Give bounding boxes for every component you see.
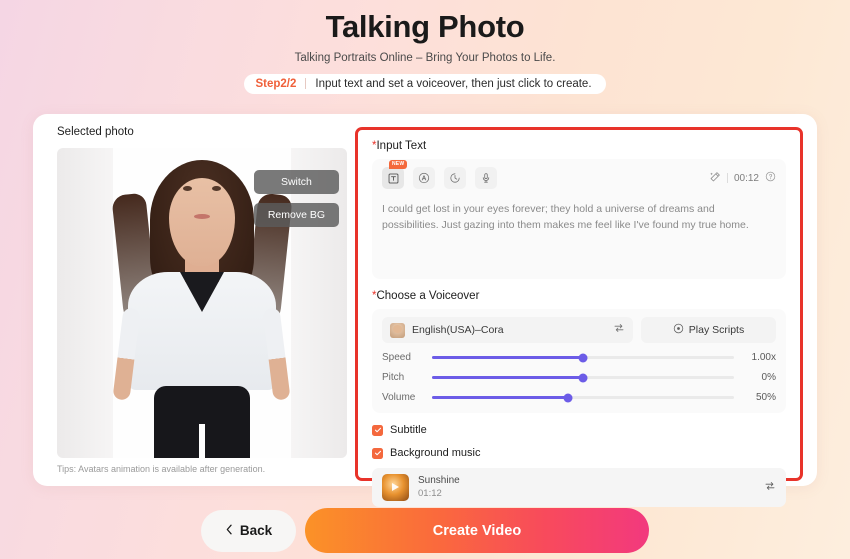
portrait-lips <box>194 214 210 219</box>
slider-speed-knob[interactable] <box>578 353 588 362</box>
voice-selected-name: English(USA)–Cora <box>412 324 504 336</box>
input-text-label: *Input Text <box>372 140 786 152</box>
slider-speed-label: Speed <box>382 352 411 363</box>
portrait-face <box>169 178 235 266</box>
slider-volume[interactable]: Volume 50% <box>382 392 776 403</box>
background-music-checkbox[interactable] <box>372 447 383 459</box>
page-title: Talking Photo <box>325 9 525 44</box>
portrait-eye-right <box>212 186 221 191</box>
ai-circle-icon[interactable] <box>413 167 435 189</box>
music-info: Sunshine 01:12 <box>418 474 764 500</box>
slider-pitch-value: 0% <box>761 372 776 383</box>
text-tool-icon[interactable]: NEW <box>382 160 408 189</box>
voiceover-label: *Choose a Voiceover <box>372 290 786 302</box>
background-music-track[interactable]: Sunshine 01:12 <box>372 468 786 507</box>
slider-pitch-label: Pitch <box>382 372 405 383</box>
subtitle-checkbox[interactable] <box>372 424 383 436</box>
selected-photo-panel: Selected photo Switch Remove BG Tips: Av… <box>33 114 348 486</box>
microphone-icon[interactable] <box>475 167 497 189</box>
meta-divider <box>726 173 728 183</box>
voice-selector[interactable]: English(USA)–Cora <box>382 317 633 343</box>
magic-wand-icon[interactable] <box>709 171 721 186</box>
subtitle-checkbox-row[interactable]: Subtitle <box>372 424 786 436</box>
background-music-label: Background music <box>390 447 481 459</box>
slider-speed[interactable]: Speed 1.00x <box>382 352 776 363</box>
step-badge-label: Step2/2 <box>255 77 297 90</box>
photo-action-group: Switch Remove BG <box>253 170 339 227</box>
input-text-meta: 00:12 <box>709 171 776 186</box>
music-track-duration: 01:12 <box>418 487 442 499</box>
play-circle-icon <box>673 323 684 337</box>
input-text-toolbar: NEW 00:12 <box>382 160 776 189</box>
photo-left-gradient <box>57 148 113 458</box>
music-track-name: Sunshine <box>418 475 460 487</box>
create-video-button[interactable]: Create Video <box>305 508 649 553</box>
back-button[interactable]: Back <box>201 509 296 552</box>
slider-speed-value: 1.00x <box>751 352 776 363</box>
music-thumbnail[interactable] <box>382 474 409 501</box>
slider-volume-value: 50% <box>755 392 776 403</box>
slider-volume-track[interactable] <box>432 393 734 402</box>
play-scripts-label: Play Scripts <box>688 324 745 336</box>
switch-button[interactable]: Switch <box>253 170 339 194</box>
background-music-checkbox-row[interactable]: Background music <box>372 447 786 459</box>
page-subtitle: Talking Portraits Online – Bring Your Ph… <box>294 51 556 64</box>
step-description: Input text and set a voiceover, then jus… <box>315 77 592 90</box>
help-circle-icon[interactable] <box>765 171 776 185</box>
input-text-label-text: Input Text <box>376 140 427 152</box>
slider-pitch-knob[interactable] <box>578 373 588 382</box>
text-duration: 00:12 <box>733 172 759 184</box>
play-scripts-button[interactable]: Play Scripts <box>641 317 776 343</box>
slider-volume-knob[interactable] <box>563 393 573 402</box>
history-clock-icon[interactable] <box>444 167 466 189</box>
portrait-leg-gap <box>199 424 205 458</box>
swap-horizontal-icon[interactable] <box>613 321 625 339</box>
slider-pitch[interactable]: Pitch 0% <box>382 372 776 383</box>
input-text-box[interactable]: NEW 00:12 I could get lost in your eyes … <box>372 159 786 279</box>
step-divider <box>305 78 307 90</box>
portrait-neckline <box>180 272 224 312</box>
voiceover-controls-row: English(USA)–Cora Play Scripts <box>382 317 776 343</box>
step-indicator: Step2/2 Input text and set a voiceover, … <box>244 73 606 94</box>
remove-bg-button[interactable]: Remove BG <box>253 203 339 227</box>
settings-panel: *Input Text NEW 00:12 I could get lost i… <box>355 127 803 507</box>
music-swap-icon[interactable] <box>764 479 776 497</box>
slider-pitch-fill <box>432 376 583 379</box>
slider-speed-fill <box>432 356 583 359</box>
photo-preview[interactable]: Switch Remove BG <box>57 148 347 458</box>
input-text-value[interactable]: I could get lost in your eyes forever; t… <box>382 201 776 234</box>
voice-avatar <box>390 322 405 338</box>
page-header: Talking Photo Talking Portraits Online –… <box>0 0 850 94</box>
photo-tips: Tips: Avatars animation is available aft… <box>57 464 266 474</box>
slider-pitch-track[interactable] <box>432 373 734 382</box>
subtitle-label: Subtitle <box>390 424 427 436</box>
voiceover-box: English(USA)–Cora Play Scripts Speed 1.0… <box>372 309 786 413</box>
chevron-left-icon <box>225 523 234 538</box>
footer-actions: Back Create Video <box>0 508 850 553</box>
slider-volume-fill <box>432 396 568 399</box>
voiceover-label-text: Choose a Voiceover <box>376 290 480 302</box>
slider-speed-track[interactable] <box>432 353 734 362</box>
slider-volume-label: Volume <box>382 392 416 403</box>
portrait-eye-left <box>183 186 192 191</box>
selected-photo-label: Selected photo <box>57 126 134 138</box>
new-badge: NEW <box>389 160 408 169</box>
back-button-label: Back <box>239 523 273 538</box>
